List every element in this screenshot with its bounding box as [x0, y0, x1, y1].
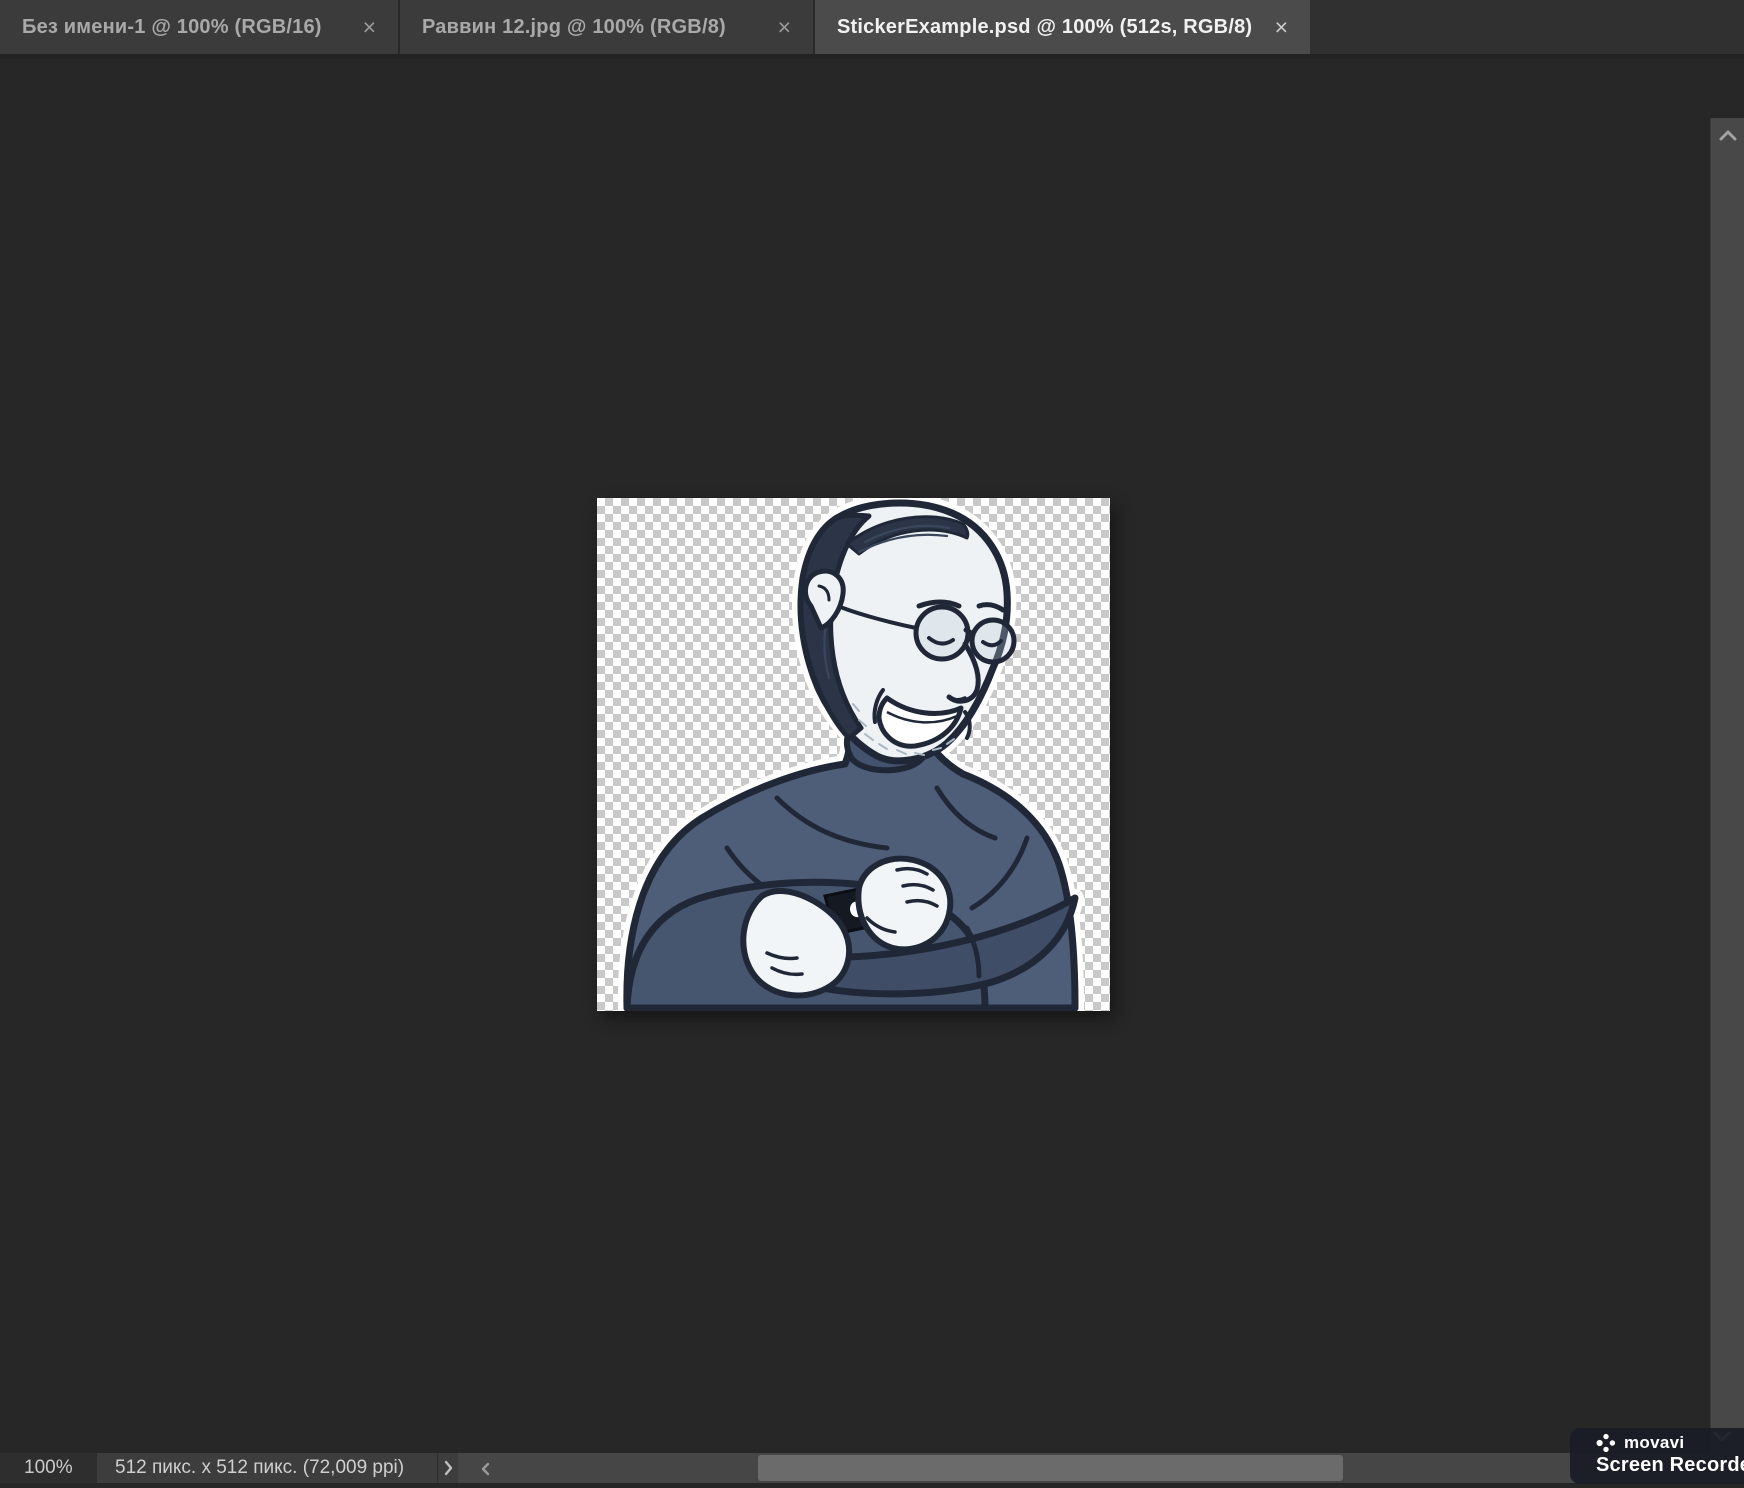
movavi-watermark: movavi Screen Recorder: [1570, 1428, 1744, 1484]
status-bar: 100% 512 пикс. x 512 пикс. (72,009 ppi): [0, 1453, 1744, 1483]
watermark-product: Screen Recorder: [1596, 1454, 1744, 1476]
horizontal-scrollbar[interactable]: [458, 1453, 1744, 1483]
zoom-level-field[interactable]: 100%: [24, 1453, 73, 1483]
watermark-brand: movavi: [1624, 1433, 1685, 1452]
horizontal-scrollbar-thumb[interactable]: [758, 1455, 1343, 1481]
vertical-scrollbar[interactable]: [1710, 118, 1744, 1488]
tab-untitled-1[interactable]: Без имени-1 @ 100% (RGB/16) ×: [0, 0, 400, 54]
canvas-area[interactable]: [0, 59, 1744, 1488]
chevron-right-icon: [444, 1460, 452, 1476]
movavi-logo-icon: [1596, 1433, 1616, 1453]
sticker-image: [617, 498, 1084, 1011]
scroll-up-icon[interactable]: [1719, 130, 1737, 141]
tab-title: StickerExample.psd @ 100% (512s, RGB/8): [837, 15, 1253, 38]
window-bottom-edge: [0, 1483, 1744, 1488]
document-canvas[interactable]: [597, 498, 1110, 1011]
close-icon[interactable]: ×: [345, 15, 376, 39]
document-info: 512 пикс. x 512 пикс. (72,009 ppi): [97, 1453, 437, 1483]
status-options-button[interactable]: [437, 1453, 458, 1483]
document-tab-bar: Без имени-1 @ 100% (RGB/16) × Раввин 12.…: [0, 0, 1744, 54]
close-icon[interactable]: ×: [760, 15, 791, 39]
photoshop-window: Без имени-1 @ 100% (RGB/16) × Раввин 12.…: [0, 0, 1744, 1488]
tab-title: Без имени-1 @ 100% (RGB/16): [22, 15, 322, 38]
close-icon[interactable]: ×: [1257, 15, 1288, 39]
tab-ravvin-12[interactable]: Раввин 12.jpg @ 100% (RGB/8) ×: [400, 0, 815, 54]
tab-title: Раввин 12.jpg @ 100% (RGB/8): [422, 15, 726, 38]
scroll-left-icon[interactable]: [480, 1462, 491, 1476]
tab-sticker-example[interactable]: StickerExample.psd @ 100% (512s, RGB/8) …: [815, 0, 1310, 54]
